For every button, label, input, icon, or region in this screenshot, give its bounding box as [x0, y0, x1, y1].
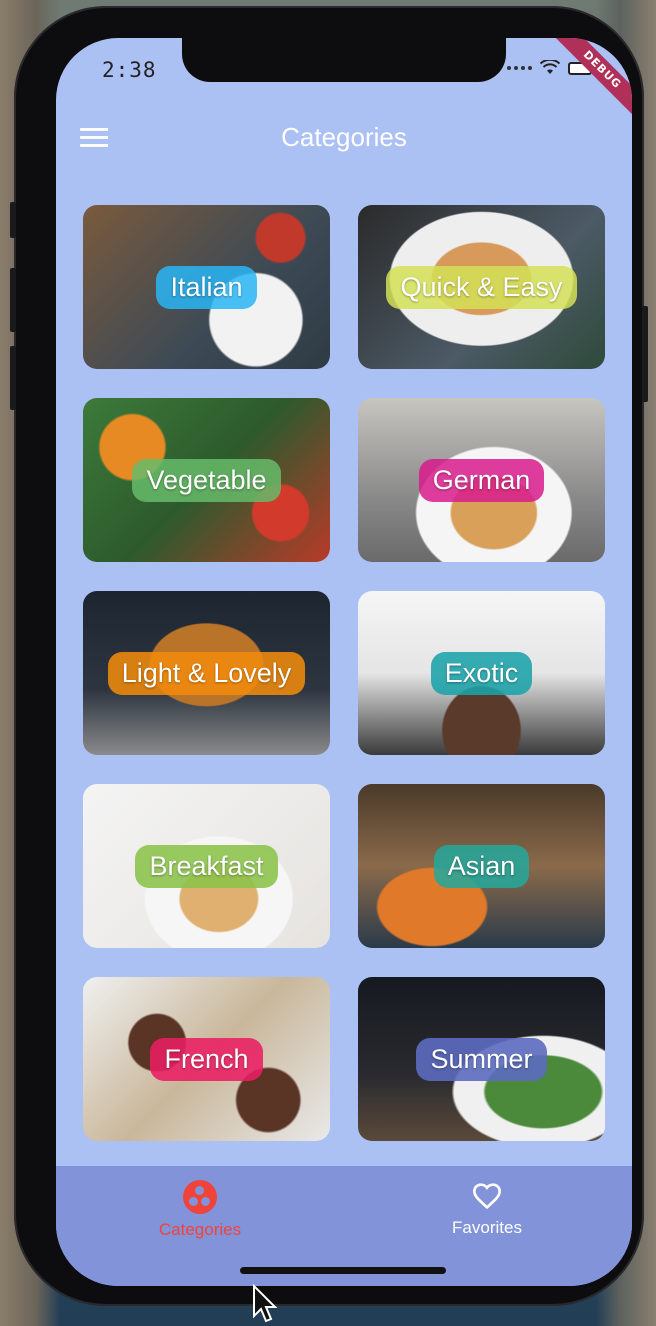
app-screen: 2:38 DEBUG Categories Italian Quick & Ea…	[56, 38, 632, 1286]
category-label: Breakfast	[135, 844, 278, 888]
status-time: 2:38	[102, 58, 157, 82]
heart-icon	[472, 1183, 502, 1210]
category-card-quick-easy[interactable]: Quick & Easy	[358, 205, 605, 369]
category-label: Vegetable	[132, 458, 281, 502]
phone-frame: 2:38 DEBUG Categories Italian Quick & Ea…	[10, 6, 648, 1306]
volume-down-button	[10, 346, 16, 410]
category-label: Italian	[156, 265, 257, 309]
category-card-italian[interactable]: Italian	[83, 205, 330, 369]
category-icon	[183, 1180, 217, 1214]
power-button	[642, 306, 648, 402]
category-card-french[interactable]: French	[83, 977, 330, 1141]
tab-categories-label: Categories	[158, 1220, 242, 1239]
tab-favorites[interactable]: Favorites	[407, 1180, 567, 1238]
category-card-german[interactable]: German	[358, 398, 605, 562]
mouse-cursor-icon	[253, 1284, 278, 1323]
category-label: Exotic	[430, 651, 533, 695]
category-card-vegetable[interactable]: Vegetable	[83, 398, 330, 562]
category-label: Light & Lovely	[107, 651, 306, 695]
home-indicator[interactable]	[240, 1267, 446, 1274]
category-label: German	[418, 458, 545, 502]
category-grid: Italian Quick & Easy Vegetable German Li…	[83, 205, 605, 1141]
volume-up-button	[10, 268, 16, 332]
category-card-breakfast[interactable]: Breakfast	[83, 784, 330, 948]
page-title: Categories	[281, 122, 407, 152]
mute-switch	[10, 202, 16, 238]
category-label: Quick & Easy	[386, 265, 577, 309]
category-card-summer[interactable]: Summer	[358, 977, 605, 1141]
category-label: Asian	[433, 844, 530, 888]
app-bar: Categories	[56, 108, 632, 172]
tab-favorites-label: Favorites	[452, 1218, 522, 1237]
category-card-light-lovely[interactable]: Light & Lovely	[83, 591, 330, 755]
category-card-asian[interactable]: Asian	[358, 784, 605, 948]
category-label: Summer	[416, 1037, 547, 1081]
wifi-icon	[540, 60, 560, 74]
category-label: French	[150, 1037, 263, 1081]
notch	[182, 38, 506, 82]
category-card-exotic[interactable]: Exotic	[358, 591, 605, 755]
tab-categories[interactable]: Categories	[120, 1180, 280, 1240]
signal-icon	[507, 66, 532, 70]
